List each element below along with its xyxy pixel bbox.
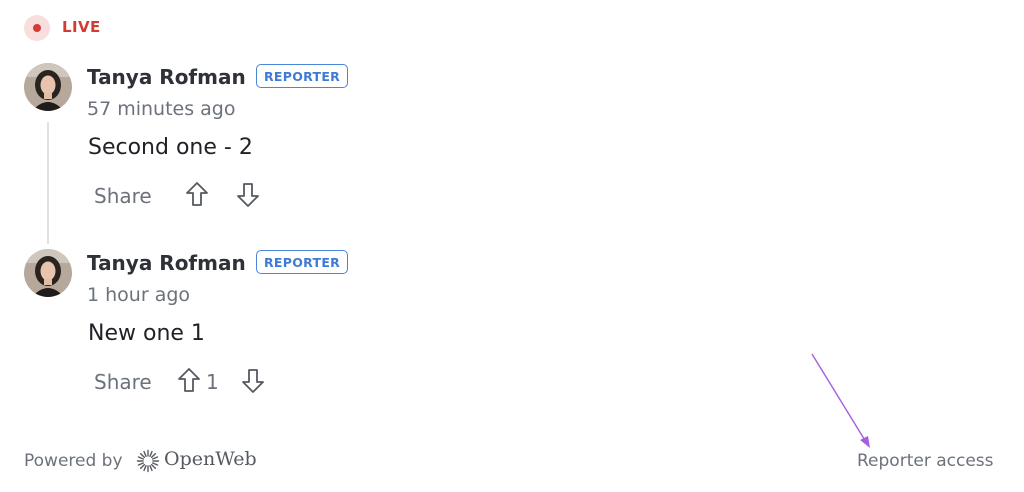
upvote-arrow-icon	[186, 182, 208, 206]
author-name[interactable]: Tanya Rofman	[87, 251, 246, 275]
comment-text: Second one - 2	[88, 135, 253, 160]
upvote-count: 1	[206, 370, 219, 394]
author-name[interactable]: Tanya Rofman	[87, 65, 246, 89]
thread-connector-line	[47, 122, 49, 244]
reporter-badge: REPORTER	[256, 64, 349, 88]
openweb-logo-icon	[136, 449, 160, 473]
live-dot-icon	[33, 24, 41, 32]
live-indicator-icon	[24, 15, 50, 41]
powered-by-label: Powered by	[24, 451, 123, 471]
openweb-brand-name[interactable]: OpenWeb	[164, 448, 257, 470]
annotation-arrow-icon	[811, 353, 870, 448]
upvote-button[interactable]	[185, 181, 209, 207]
avatar[interactable]	[24, 63, 72, 111]
comment-timestamp: 57 minutes ago	[87, 98, 236, 120]
live-label: LIVE	[62, 18, 101, 36]
comment-text: New one 1	[88, 321, 205, 346]
downvote-arrow-icon	[237, 183, 259, 207]
share-button[interactable]: Share	[94, 370, 152, 394]
share-button[interactable]: Share	[94, 184, 152, 208]
avatar[interactable]	[24, 249, 72, 297]
downvote-arrow-icon	[242, 369, 264, 393]
comment-timestamp: 1 hour ago	[87, 284, 191, 306]
reporter-badge: REPORTER	[256, 250, 349, 274]
avatar-photo-icon	[24, 63, 72, 111]
downvote-button[interactable]	[236, 182, 260, 208]
upvote-arrow-icon	[178, 368, 200, 392]
upvote-button[interactable]	[177, 367, 201, 393]
downvote-button[interactable]	[241, 368, 265, 394]
avatar-photo-icon	[24, 249, 72, 297]
reporter-access-link[interactable]: Reporter access	[857, 451, 994, 471]
